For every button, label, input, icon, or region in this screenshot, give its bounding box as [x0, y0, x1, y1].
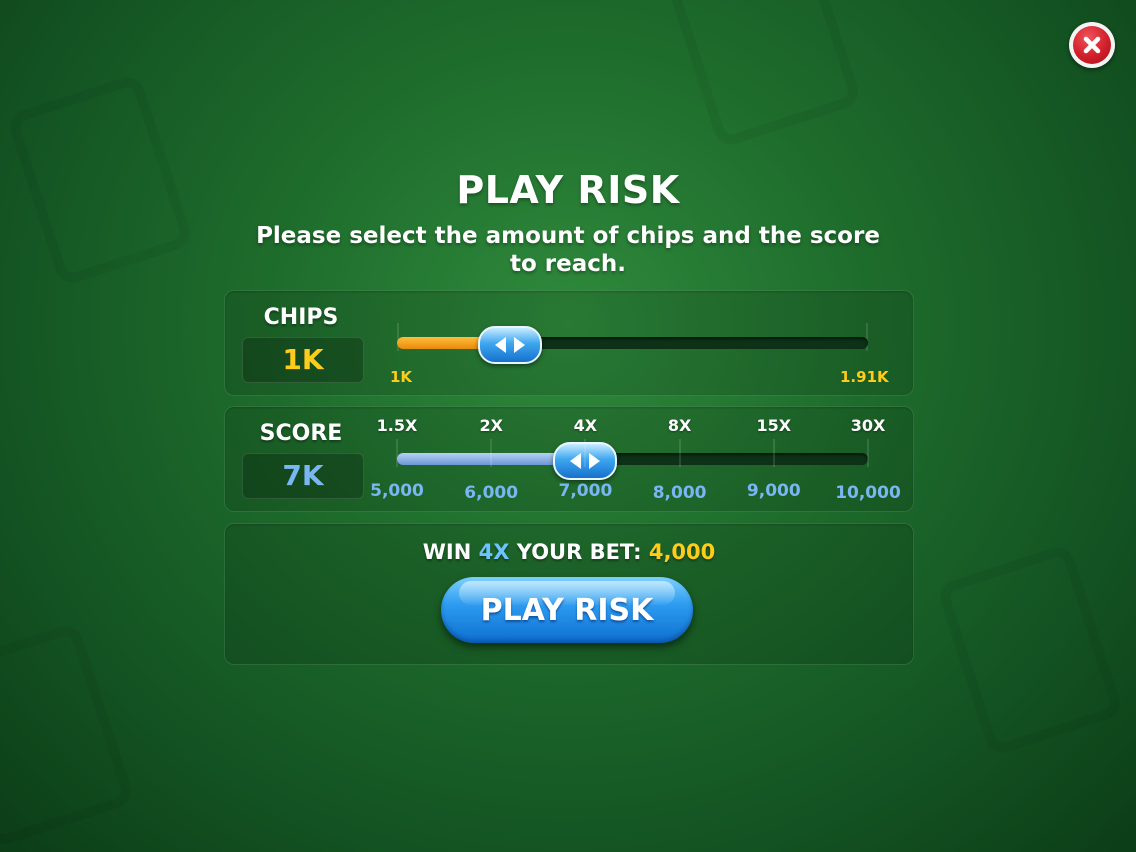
score-tick: [678, 439, 681, 467]
score-multiplier-label: 4X: [573, 416, 598, 435]
score-tick: [772, 439, 775, 467]
score-value-label: 10,000: [835, 483, 901, 503]
play-risk-button-label: PLAY RISK: [480, 593, 654, 628]
dialog-subtitle: Please select the amount of chips and th…: [256, 223, 880, 277]
chips-slider-handle[interactable]: [478, 326, 543, 364]
chips-value: 1K: [242, 337, 364, 383]
chips-slider-track[interactable]: [397, 337, 868, 349]
chips-label: CHIPS: [263, 305, 339, 330]
score-value: 7K: [242, 453, 364, 499]
chips-panel: CHIPS 1K 1K 1.91K: [224, 290, 914, 396]
score-tick: [490, 439, 493, 467]
win-prefix: WIN: [422, 540, 472, 564]
close-icon: [1083, 36, 1101, 54]
background-card-decoration: [935, 542, 1125, 758]
score-multiplier-label: 8X: [667, 416, 692, 435]
background-card-decoration: [667, 0, 863, 150]
play-risk-button[interactable]: PLAY RISK: [441, 577, 693, 643]
score-tick: [396, 439, 398, 467]
background-card-decoration: [0, 621, 136, 849]
left-right-arrows-icon: [495, 337, 526, 353]
win-amount: 4,000: [648, 540, 716, 564]
score-multiplier-label: 2X: [479, 416, 503, 435]
score-value-label: 7,000: [558, 481, 613, 501]
win-summary: WIN 4X YOUR BET: 4,000: [225, 540, 913, 564]
chips-max-label: 1.91K: [840, 368, 889, 386]
score-multiplier-label: 1.5X: [376, 416, 418, 435]
win-multiplier: 4X: [478, 540, 510, 564]
bet-panel: WIN 4X YOUR BET: 4,000 PLAY RISK: [224, 523, 914, 665]
win-middle-text: YOUR BET:: [516, 540, 642, 564]
dialog-title: PLAY RISK: [456, 168, 680, 212]
score-multiplier-label: 30X: [850, 416, 886, 435]
score-slider-track[interactable]: [397, 453, 868, 465]
score-label: SCORE: [259, 421, 343, 446]
score-multiplier-label: 15X: [756, 416, 792, 435]
score-value-label: 8,000: [652, 483, 707, 503]
score-value-label: 6,000: [464, 483, 519, 503]
score-value-label: 9,000: [746, 481, 801, 501]
score-panel: SCORE 7K 1.5X 5,000 2X 6,000 4X 7,000 8X 8,000 1…: [224, 406, 914, 512]
chips-min-label: 1K: [390, 368, 413, 386]
score-value-label: 5,000: [370, 481, 424, 501]
score-tick: [584, 439, 587, 467]
close-button-face: [1073, 26, 1111, 64]
close-button[interactable]: [1069, 22, 1115, 68]
score-tick: [867, 439, 869, 467]
